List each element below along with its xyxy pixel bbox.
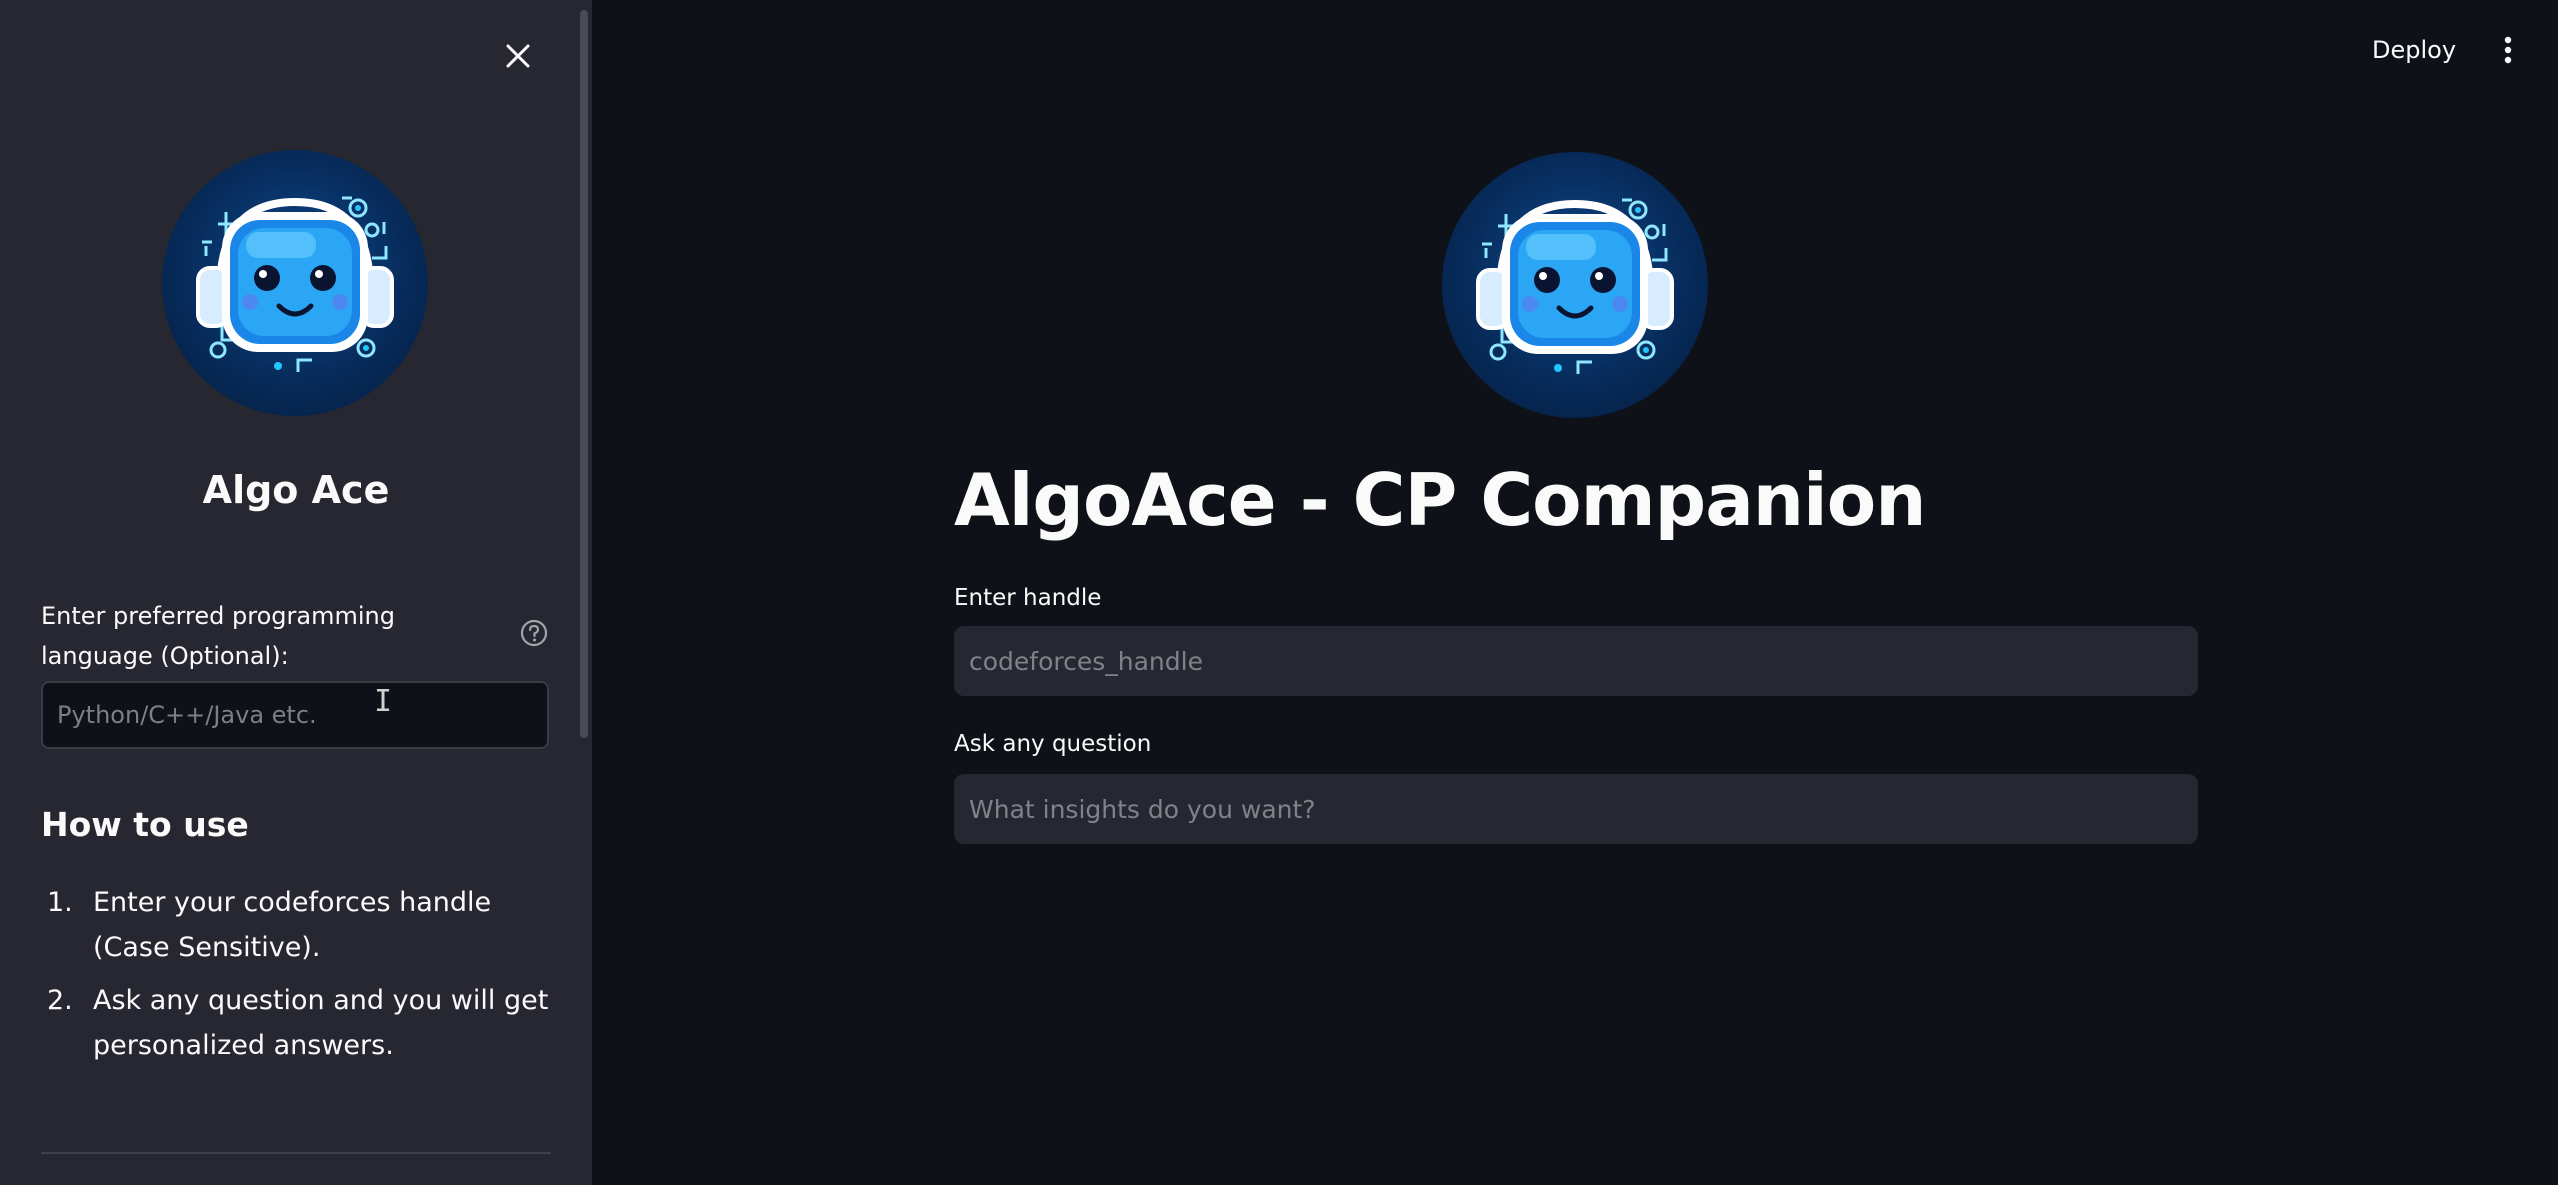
deploy-button[interactable]: Deploy — [2362, 30, 2466, 70]
text-cursor-icon: I — [374, 684, 393, 719]
how-to-use-list: 1. Enter your codeforces handle (Case Se… — [41, 880, 561, 1076]
help-circle-icon[interactable] — [518, 617, 550, 649]
list-item-text: Enter your codeforces handle (Case Sensi… — [93, 887, 492, 963]
sidebar-title: Algo Ace — [202, 468, 390, 512]
handle-input[interactable] — [954, 626, 2198, 696]
handle-field-label: Enter handle — [954, 585, 1102, 611]
main-menu-button[interactable] — [2486, 28, 2530, 72]
question-field-label: Ask any question — [954, 731, 1152, 757]
sidebar: Algo Ace Enter preferred programming lan… — [0, 0, 592, 1185]
language-field-label: Enter preferred programming language (Op… — [41, 602, 395, 670]
robot-logo-icon — [162, 150, 428, 416]
list-item-text: Ask any question and you will get person… — [93, 985, 549, 1061]
list-item: 1. Enter your codeforces handle (Case Se… — [41, 880, 561, 970]
robot-logo-icon — [1442, 152, 1708, 418]
language-input[interactable] — [41, 681, 549, 749]
page-title: AlgoAce - CP Companion — [954, 458, 1926, 542]
how-to-use-heading: How to use — [41, 805, 249, 844]
app-window: Algo Ace Enter preferred programming lan… — [0, 0, 2558, 1185]
main-content: Deploy AlgoAce - CP Companion Enter hand… — [592, 0, 2558, 1185]
kebab-menu-icon — [2504, 36, 2512, 64]
sidebar-scrollbar[interactable] — [580, 10, 588, 738]
close-sidebar-button[interactable] — [496, 34, 540, 78]
list-item-number: 1. — [47, 887, 73, 918]
list-item-number: 2. — [47, 985, 73, 1016]
list-item: 2. Ask any question and you will get per… — [41, 978, 561, 1068]
question-input[interactable] — [954, 774, 2198, 844]
close-icon — [506, 44, 530, 68]
sidebar-divider — [41, 1152, 551, 1154]
